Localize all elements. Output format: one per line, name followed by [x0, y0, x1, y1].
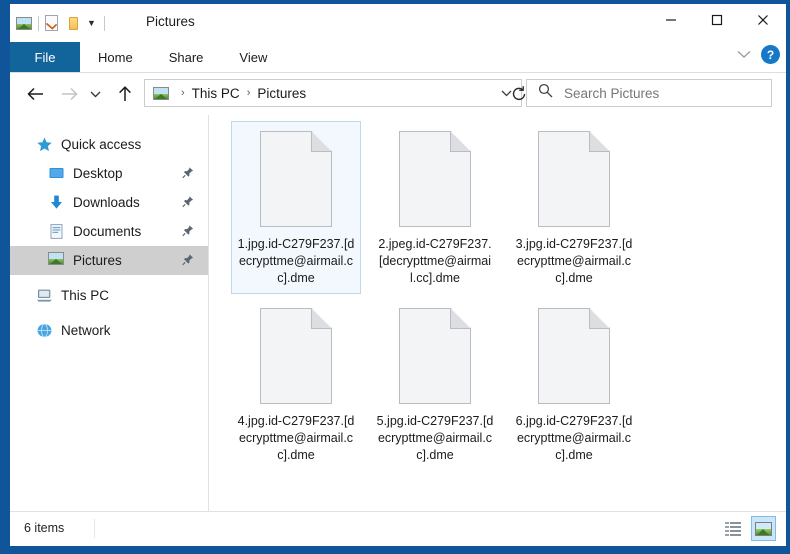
qat-divider-2 — [104, 16, 105, 31]
star-icon — [36, 136, 53, 153]
search-box[interactable] — [526, 79, 772, 107]
sidebar-label-downloads: Downloads — [73, 195, 140, 210]
view-mode-buttons — [720, 516, 776, 541]
sidebar-item-pictures[interactable]: Pictures — [10, 246, 208, 275]
generic-file-icon — [260, 131, 332, 227]
file-explorer-window: PC risk .com ▼ Pictures — [0, 0, 790, 554]
ribbon-right-controls: ? — [737, 45, 780, 64]
title-bar: ▼ Pictures — [10, 4, 786, 42]
file-name: 5.jpg.id-C279F237.[decrypttme@airmail.cc… — [376, 413, 494, 464]
generic-file-icon — [260, 308, 332, 404]
breadcrumb-item-this-pc[interactable]: This PC — [192, 86, 240, 101]
file-name: 1.jpg.id-C279F237.[decrypttme@airmail.cc… — [237, 236, 355, 287]
sidebar-item-documents[interactable]: Documents — [10, 217, 208, 246]
sidebar-item-quick-access[interactable]: Quick access — [10, 130, 208, 159]
details-view-icon — [725, 522, 741, 536]
large-icons-view-button[interactable] — [751, 516, 776, 541]
search-input[interactable] — [562, 85, 746, 102]
item-count-label: 6 items — [24, 521, 64, 535]
pin-icon-documents[interactable] — [182, 224, 194, 239]
content-area: Quick access Desktop Downloads — [10, 115, 786, 512]
tab-view[interactable]: View — [221, 42, 285, 72]
minimize-button[interactable] — [648, 4, 694, 36]
large-icons-view-icon — [755, 522, 772, 536]
sidebar-item-network[interactable]: Network — [10, 316, 208, 345]
sidebar-label-this-pc: This PC — [61, 288, 109, 303]
tab-share[interactable]: Share — [151, 42, 222, 72]
quick-access-toolbar: ▼ — [16, 11, 111, 35]
this-pc-icon — [36, 287, 53, 304]
file-item[interactable]: 2.jpeg.id-C279F237.[decrypttme@airmail.c… — [370, 121, 500, 294]
file-item[interactable]: 3.jpg.id-C279F237.[decrypttme@airmail.cc… — [509, 121, 639, 294]
sidebar-label-network: Network — [61, 323, 111, 338]
up-button[interactable] — [112, 81, 138, 107]
navigation-pane: Quick access Desktop Downloads — [10, 115, 208, 512]
sidebar-label-quick-access: Quick access — [61, 137, 141, 152]
collapse-ribbon-icon[interactable] — [737, 46, 751, 64]
back-button[interactable] — [22, 81, 48, 107]
address-bar: › This PC › Pictures — [10, 73, 786, 115]
file-item[interactable]: 6.jpg.id-C279F237.[decrypttme@airmail.cc… — [509, 298, 639, 471]
sidebar-item-desktop[interactable]: Desktop — [10, 159, 208, 188]
file-list-pane[interactable]: 1.jpg.id-C279F237.[decrypttme@airmail.cc… — [209, 115, 786, 512]
breadcrumb[interactable]: › This PC › Pictures — [144, 79, 522, 107]
generic-file-icon — [538, 131, 610, 227]
help-button[interactable]: ? — [761, 45, 780, 64]
generic-file-icon — [399, 308, 471, 404]
window-controls — [648, 4, 786, 36]
window-title: Pictures — [146, 14, 195, 29]
chevron-down-icon[interactable]: ▼ — [87, 19, 96, 28]
breadcrumb-item-pictures[interactable]: Pictures — [257, 86, 306, 101]
sidebar-label-pictures: Pictures — [73, 253, 122, 268]
generic-file-icon — [538, 308, 610, 404]
sidebar-item-this-pc[interactable]: This PC — [10, 281, 208, 310]
network-icon — [36, 322, 53, 339]
close-button[interactable] — [740, 4, 786, 36]
file-item[interactable]: 5.jpg.id-C279F237.[decrypttme@airmail.cc… — [370, 298, 500, 471]
documents-icon — [48, 223, 65, 240]
status-bar: 6 items — [10, 511, 786, 546]
ribbon-tabbar: File Home Share View ? — [10, 42, 786, 73]
file-item[interactable]: 4.jpg.id-C279F237.[decrypttme@airmail.cc… — [231, 298, 361, 471]
file-name: 6.jpg.id-C279F237.[decrypttme@airmail.cc… — [515, 413, 633, 464]
pin-icon-desktop[interactable] — [182, 166, 194, 181]
window-client-area: PC risk .com ▼ Pictures — [10, 4, 786, 546]
qat-divider — [38, 16, 39, 31]
sidebar-label-desktop: Desktop — [73, 166, 123, 181]
sidebar-item-downloads[interactable]: Downloads — [10, 188, 208, 217]
file-name: 2.jpeg.id-C279F237.[decrypttme@airmail.c… — [376, 236, 494, 287]
file-name: 4.jpg.id-C279F237.[decrypttme@airmail.cc… — [237, 413, 355, 464]
maximize-button[interactable] — [694, 4, 740, 36]
search-icon — [538, 83, 553, 103]
breadcrumb-pictures-icon — [153, 87, 169, 100]
pictures-icon — [48, 252, 65, 269]
breadcrumb-separator-1[interactable]: › — [181, 87, 185, 99]
status-divider — [94, 519, 95, 538]
tab-file[interactable]: File — [10, 42, 80, 72]
picture-icon[interactable] — [16, 17, 32, 30]
new-folder-icon[interactable] — [66, 17, 81, 30]
properties-icon[interactable] — [45, 15, 58, 31]
pin-icon-downloads[interactable] — [182, 195, 194, 210]
details-view-button[interactable] — [720, 516, 745, 541]
file-name: 3.jpg.id-C279F237.[decrypttme@airmail.cc… — [515, 236, 633, 287]
downloads-icon — [48, 194, 65, 211]
generic-file-icon — [399, 131, 471, 227]
file-grid: 1.jpg.id-C279F237.[decrypttme@airmail.cc… — [231, 121, 786, 475]
ribbon-tabs: File Home Share View — [10, 42, 786, 72]
desktop-icon — [48, 165, 65, 182]
sidebar-label-documents: Documents — [73, 224, 141, 239]
file-item[interactable]: 1.jpg.id-C279F237.[decrypttme@airmail.cc… — [231, 121, 361, 294]
breadcrumb-separator-2[interactable]: › — [247, 87, 251, 99]
forward-button[interactable] — [56, 81, 82, 107]
pin-icon-pictures[interactable] — [182, 253, 194, 268]
tab-home[interactable]: Home — [80, 42, 151, 72]
recent-locations-button[interactable] — [86, 81, 104, 107]
